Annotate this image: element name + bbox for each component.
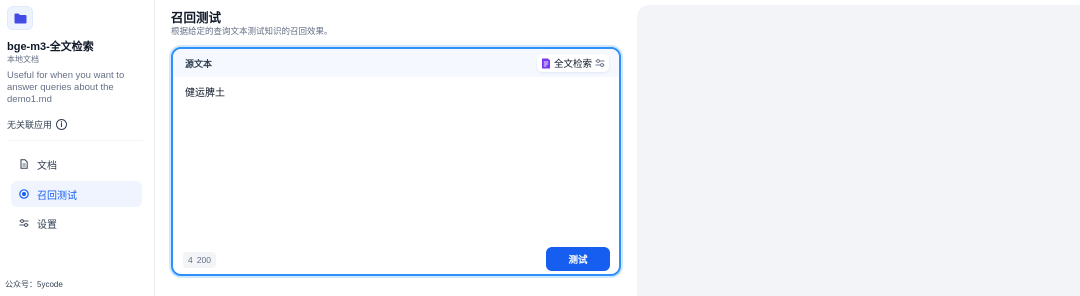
query-card: 源文本 全文检索 健运脾土 4 200 测试	[171, 47, 621, 276]
settings-sliders-icon	[19, 218, 29, 228]
folder-icon	[14, 13, 26, 23]
no-linked-app[interactable]: 无关联应用 i	[7, 118, 68, 131]
page-subtitle: 根据给定的查询文本测试知识的召回效果。	[171, 26, 333, 36]
test-button[interactable]: 测试	[546, 247, 610, 271]
dataset-description: Useful for when you want to answer queri…	[7, 70, 125, 105]
retrieval-method-button[interactable]: 全文检索	[536, 54, 609, 72]
sidebar: bge-m3-全文检索 本地文档 Useful for when you wan…	[0, 0, 155, 296]
dataset-name: bge-m3-全文检索	[7, 41, 94, 53]
results-panel	[637, 5, 1080, 296]
page-title: 召回测试	[171, 11, 222, 25]
query-textarea[interactable]: 健运脾土	[185, 84, 225, 99]
sidebar-item-label: 设置	[37, 219, 57, 231]
target-icon	[19, 189, 29, 199]
char-counter: 4 200	[183, 252, 216, 268]
sliders-icon	[595, 59, 605, 67]
document-icon	[19, 159, 29, 169]
char-count: 4	[188, 255, 193, 265]
sidebar-item-label: 召回测试	[37, 190, 77, 202]
retrieval-method-label: 全文检索	[553, 59, 592, 70]
footer-note: 公众号：5ycode	[5, 280, 63, 289]
source-text-label: 源文本	[185, 58, 213, 69]
fulltext-search-icon	[541, 58, 550, 68]
sidebar-item-label: 文档	[37, 160, 57, 172]
sidebar-item-settings[interactable]: 设置	[11, 210, 142, 236]
dataset-icon-box	[7, 6, 33, 30]
no-linked-app-label: 无关联应用	[7, 120, 53, 130]
info-icon[interactable]: i	[56, 119, 68, 130]
sidebar-item-recall-test[interactable]: 召回测试	[11, 181, 142, 207]
sidebar-item-documents[interactable]: 文档	[11, 151, 142, 177]
char-limit: 200	[196, 255, 211, 265]
dataset-subtitle: 本地文档	[7, 55, 39, 64]
query-card-header: 源文本 全文检索	[173, 49, 619, 77]
sidebar-divider	[7, 140, 143, 141]
